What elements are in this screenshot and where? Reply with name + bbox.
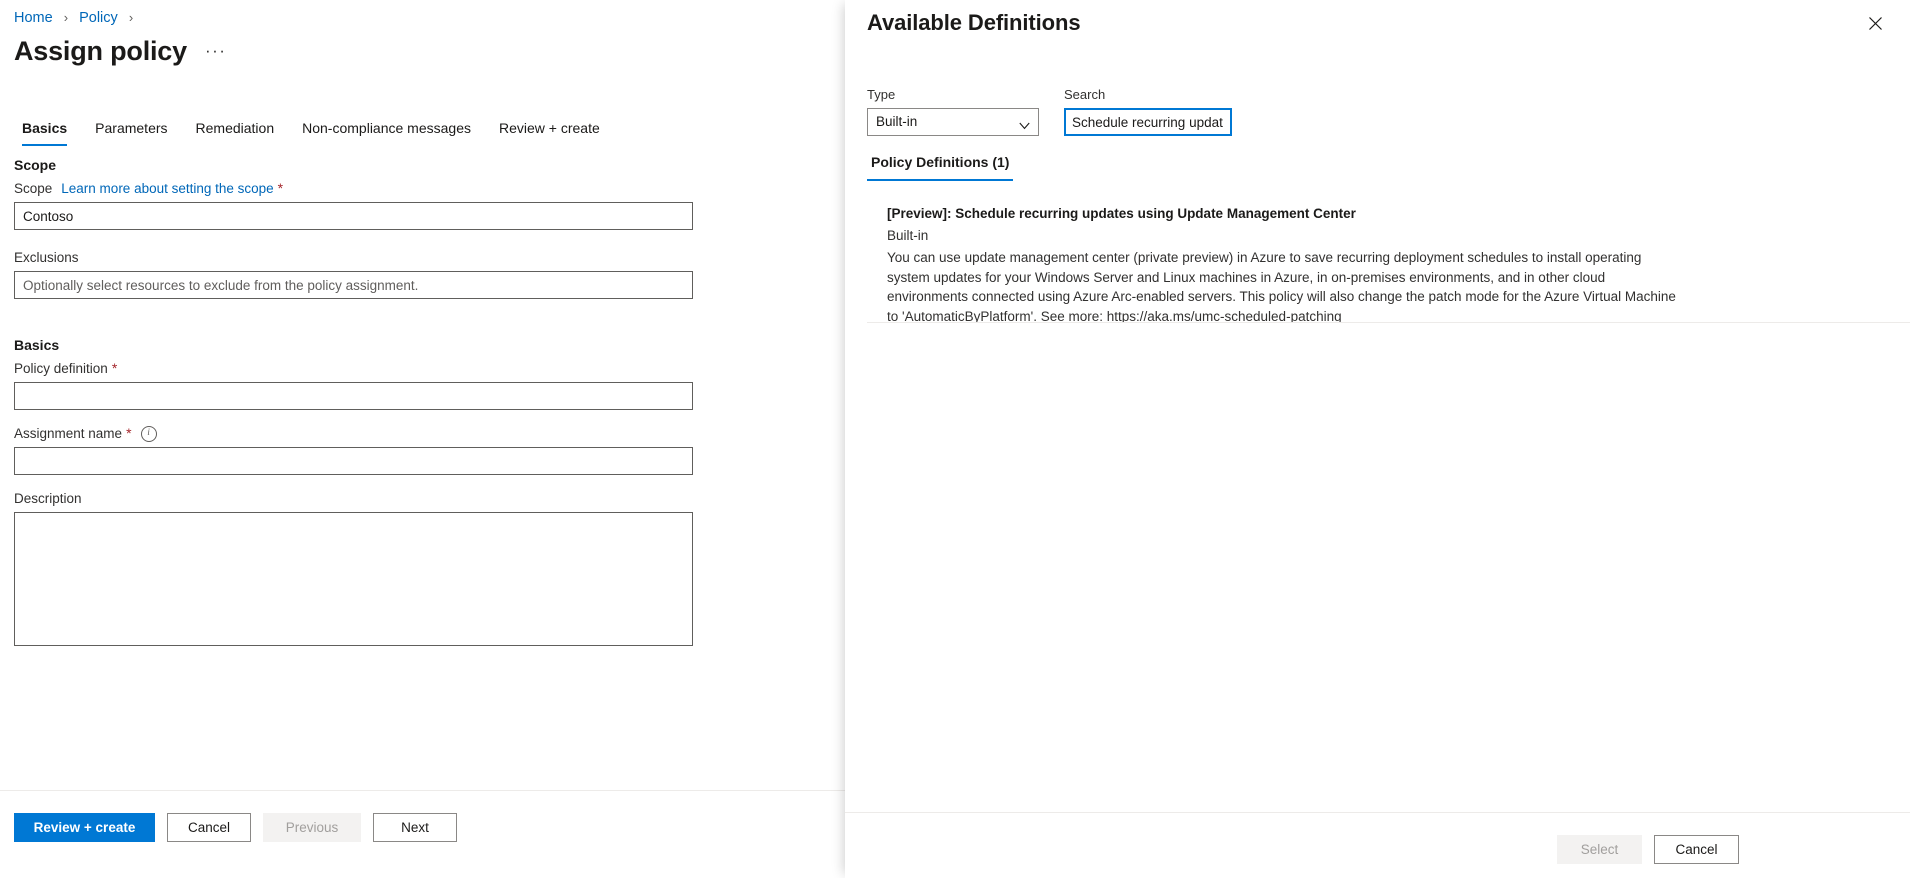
pane-cancel-button[interactable]: Cancel: [1654, 835, 1739, 864]
description-label-text: Description: [14, 491, 82, 506]
exclusions-label-text: Exclusions: [14, 250, 79, 265]
page-title: Assign policy: [14, 36, 187, 66]
tab-review-create[interactable]: Review + create: [485, 119, 614, 146]
more-actions-icon[interactable]: ···: [205, 41, 226, 61]
tab-parameters[interactable]: Parameters: [81, 119, 181, 146]
pane-tab-list: Policy Definitions (1): [867, 152, 1014, 181]
assignment-name-field-label: Assignment name * i: [14, 424, 845, 443]
assignment-name-input[interactable]: [14, 447, 693, 475]
basics-form: Scope Scope Learn more about setting the…: [0, 155, 845, 646]
policy-definition-field-label: Policy definition *: [14, 359, 845, 378]
search-block: Search: [1064, 86, 1232, 136]
tab-basics[interactable]: Basics: [14, 119, 81, 146]
definition-type: Built-in: [887, 228, 929, 243]
assign-policy-blade: Home › Policy › Assign policy ··· Basics…: [0, 0, 845, 878]
definition-description: You can use update management center (pr…: [887, 250, 1676, 322]
scope-section-heading: Scope: [14, 157, 57, 173]
close-icon[interactable]: [1862, 10, 1888, 36]
tab-non-compliance-messages[interactable]: Non-compliance messages: [288, 119, 485, 146]
scope-learn-more-link[interactable]: Learn more about setting the scope: [61, 179, 273, 198]
policy-definition-label-text: Policy definition: [14, 361, 108, 376]
search-label: Search: [1064, 87, 1106, 102]
previous-button[interactable]: Previous: [263, 813, 361, 842]
description-field-label: Description: [14, 489, 845, 508]
list-item[interactable]: [Preview]: Schedule recurring updates us…: [867, 196, 1887, 322]
blade-footer-actions: Review + create Cancel Previous Next: [14, 813, 457, 842]
pane-title: Available Definitions: [867, 10, 1081, 35]
blade-footer-divider: [0, 790, 845, 791]
search-input[interactable]: [1064, 108, 1232, 136]
breadcrumb-item-policy[interactable]: Policy: [79, 10, 118, 26]
definitions-result-list: [Preview]: Schedule recurring updates us…: [867, 196, 1887, 322]
breadcrumb-separator: ›: [63, 10, 69, 25]
page-header: Assign policy ···: [14, 32, 226, 70]
review-create-button[interactable]: Review + create: [14, 813, 155, 842]
basics-section-heading: Basics: [14, 337, 60, 353]
policy-definition-input[interactable]: [14, 382, 693, 410]
next-button[interactable]: Next: [373, 813, 457, 842]
exclusions-field-label: Exclusions: [14, 248, 845, 267]
info-icon[interactable]: i: [140, 425, 157, 442]
select-button[interactable]: Select: [1557, 835, 1642, 864]
assignment-name-label-text: Assignment name: [14, 426, 123, 441]
type-filter-label: Type: [867, 87, 896, 102]
pane-footer-actions: Select Cancel: [1557, 835, 1739, 864]
cancel-button[interactable]: Cancel: [167, 813, 251, 842]
blade-tab-list: Basics Parameters Remediation Non-compli…: [14, 119, 614, 146]
tab-policy-definitions[interactable]: Policy Definitions (1): [867, 152, 1014, 181]
breadcrumb-item-home[interactable]: Home: [14, 10, 53, 26]
pane-footer-divider: [845, 812, 1910, 813]
scope-label-text: Scope: [14, 181, 53, 196]
required-marker: *: [126, 425, 132, 441]
results-divider: [867, 322, 1910, 323]
pane-header: Available Definitions: [845, 0, 1910, 56]
definition-title: [Preview]: Schedule recurring updates us…: [887, 206, 1356, 221]
exclusions-input[interactable]: [14, 271, 693, 299]
description-textarea[interactable]: [14, 512, 693, 646]
breadcrumb: Home › Policy ›: [14, 8, 140, 28]
required-marker: *: [277, 180, 284, 196]
breadcrumb-separator: ›: [128, 10, 134, 25]
scope-field-label: Scope Learn more about setting the scope…: [14, 179, 845, 198]
type-filter-block: Type Built-in: [867, 86, 1039, 136]
type-filter-select[interactable]: Built-in: [867, 108, 1039, 136]
scope-input[interactable]: [14, 202, 693, 230]
pane-filter-controls: Type Built-in Search: [867, 86, 1232, 136]
required-marker: *: [111, 360, 118, 376]
available-definitions-pane: Available Definitions Type Built-in Sear…: [845, 0, 1910, 878]
tab-remediation[interactable]: Remediation: [182, 119, 289, 146]
